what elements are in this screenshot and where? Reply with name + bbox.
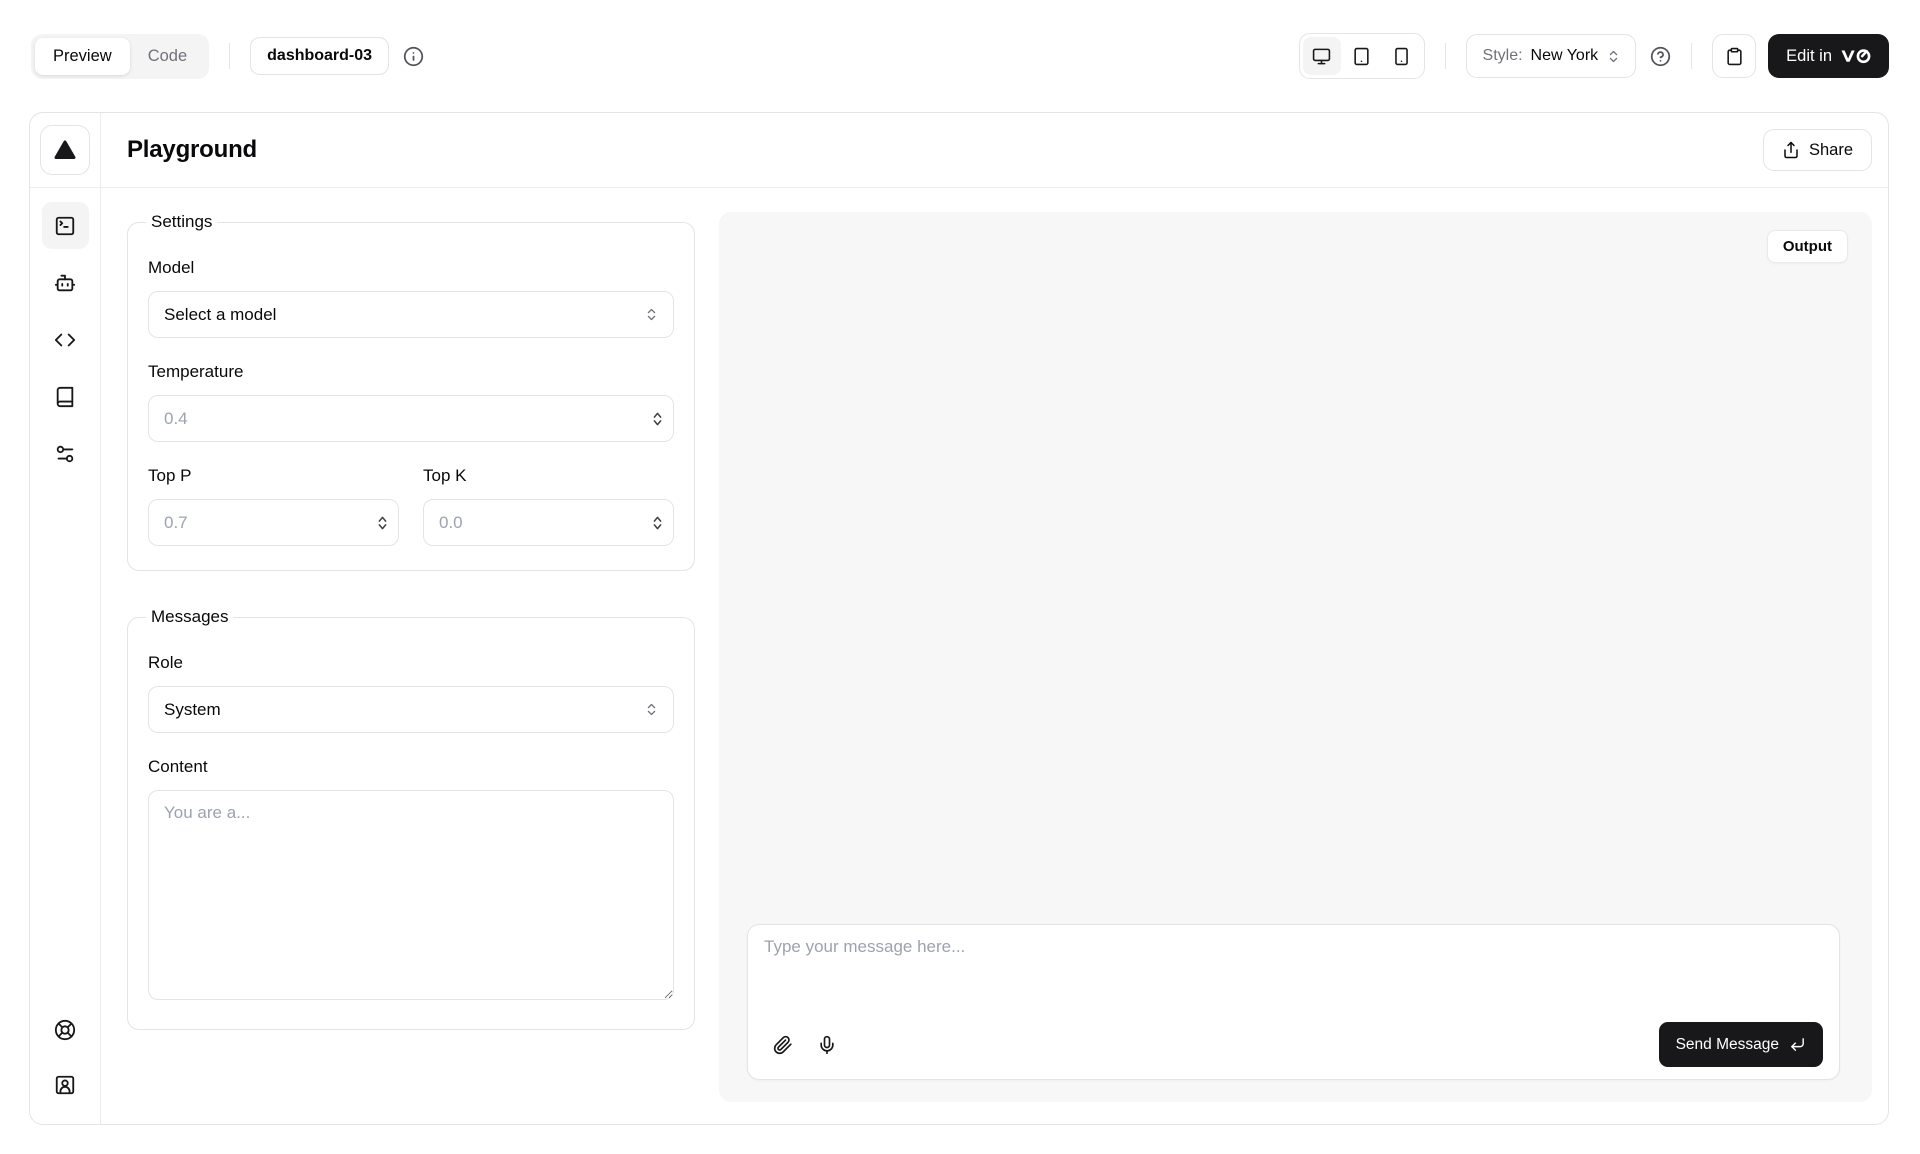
page-title: Playground (127, 136, 257, 164)
model-select[interactable]: Select a model (148, 291, 674, 338)
help-circle-icon (1650, 46, 1671, 67)
chat-actions-row: Send Message (764, 1022, 1823, 1067)
role-select[interactable]: System (148, 686, 674, 733)
share-upload-icon (1782, 141, 1800, 159)
top-p-input[interactable] (148, 499, 399, 546)
block-name-badge[interactable]: dashboard-03 (250, 37, 389, 75)
sidebar-item-api[interactable] (42, 316, 89, 363)
send-message-label: Send Message (1676, 1036, 1779, 1054)
role-label: Role (148, 653, 674, 673)
number-stepper-icon[interactable] (375, 514, 390, 531)
top-p-label: Top P (148, 466, 399, 486)
copy-code-button[interactable] (1712, 34, 1756, 78)
edit-in-v0-label: Edit in (1786, 47, 1832, 66)
chevrons-up-down-icon (644, 702, 659, 717)
corner-down-left-icon (1789, 1036, 1806, 1053)
info-icon (403, 46, 424, 67)
messages-legend: Messages (146, 607, 233, 627)
tab-code[interactable]: Code (130, 38, 205, 75)
edit-in-v0-button[interactable]: Edit in (1768, 34, 1889, 78)
sidebar-item-settings[interactable] (42, 430, 89, 477)
device-toggle-group (1299, 33, 1425, 79)
content-label: Content (148, 757, 674, 777)
home-logo-button[interactable] (40, 125, 90, 175)
temperature-label: Temperature (148, 362, 674, 382)
share-button[interactable]: Share (1763, 129, 1872, 171)
view-mode-tabs: Preview Code (31, 34, 209, 79)
toolbar-separator (1691, 43, 1692, 69)
chevrons-up-down-icon (1606, 49, 1621, 64)
model-label: Model (148, 258, 674, 278)
settings-legend: Settings (146, 212, 217, 232)
device-tablet-button[interactable] (1343, 37, 1381, 75)
tab-preview[interactable]: Preview (35, 38, 130, 75)
tablet-icon (1352, 47, 1371, 66)
device-desktop-button[interactable] (1303, 37, 1341, 75)
square-user-icon (54, 1074, 76, 1096)
share-button-label: Share (1809, 141, 1853, 160)
v0-logo-icon (1841, 49, 1871, 64)
number-stepper-icon[interactable] (650, 514, 665, 531)
top-k-label: Top K (423, 466, 674, 486)
sidebar-nav (30, 188, 100, 1124)
sidebar-item-playground[interactable] (42, 202, 89, 249)
lifebuoy-icon (54, 1019, 76, 1041)
clipboard-icon (1725, 47, 1744, 66)
style-select[interactable]: Style: New York (1466, 34, 1637, 78)
attach-file-button[interactable] (764, 1026, 802, 1064)
number-stepper-icon[interactable] (650, 410, 665, 427)
top-k-input[interactable] (423, 499, 674, 546)
sidebar-bottom-nav (42, 1006, 89, 1124)
smartphone-icon (1392, 47, 1411, 66)
settings2-icon (54, 443, 76, 465)
model-select-value: Select a model (164, 305, 276, 325)
bot-icon (54, 272, 76, 294)
book-icon (54, 386, 76, 408)
settings-fieldset: Settings Model Select a model Temperatur… (127, 212, 695, 571)
sidebar-item-help[interactable] (42, 1006, 89, 1053)
info-button[interactable] (403, 46, 424, 67)
code-icon (54, 329, 76, 351)
toolbar-separator (1445, 43, 1446, 69)
role-select-value: System (164, 700, 221, 720)
chat-message-input[interactable] (764, 937, 1823, 1022)
sidebar (30, 113, 101, 1124)
triangle-logo-icon (53, 138, 77, 162)
chat-input-card: Send Message (747, 924, 1840, 1080)
settings-form: Settings Model Select a model Temperatur… (127, 212, 695, 1090)
content-textarea[interactable] (148, 790, 674, 1000)
mic-button[interactable] (808, 1026, 846, 1064)
preview-frame: Playground Share Settings Model Select a… (29, 112, 1889, 1125)
sidebar-item-account[interactable] (42, 1061, 89, 1108)
toolbar-separator (229, 43, 230, 69)
chevrons-up-down-icon (644, 307, 659, 322)
sidebar-item-documentation[interactable] (42, 373, 89, 420)
messages-fieldset: Messages Role System Content (127, 607, 695, 1030)
output-badge: Output (1767, 230, 1848, 263)
monitor-icon (1312, 47, 1331, 66)
style-select-label: Style: (1483, 47, 1523, 65)
output-panel: Output (719, 212, 1872, 1102)
sidebar-logo-cell (30, 113, 100, 188)
content-area: Settings Model Select a model Temperatur… (101, 188, 1888, 1124)
temperature-input[interactable] (148, 395, 674, 442)
send-message-button[interactable]: Send Message (1659, 1022, 1823, 1067)
page-header: Playground Share (101, 113, 1888, 188)
device-phone-button[interactable] (1383, 37, 1421, 75)
square-terminal-icon (54, 215, 76, 237)
help-button[interactable] (1650, 46, 1671, 67)
top-toolbar: Preview Code dashboard-03 (0, 0, 1920, 112)
style-select-value: New York (1531, 47, 1599, 65)
mic-icon (817, 1035, 837, 1055)
sidebar-item-models[interactable] (42, 259, 89, 306)
paperclip-icon (773, 1035, 793, 1055)
main-area: Playground Share Settings Model Select a… (101, 113, 1888, 1124)
